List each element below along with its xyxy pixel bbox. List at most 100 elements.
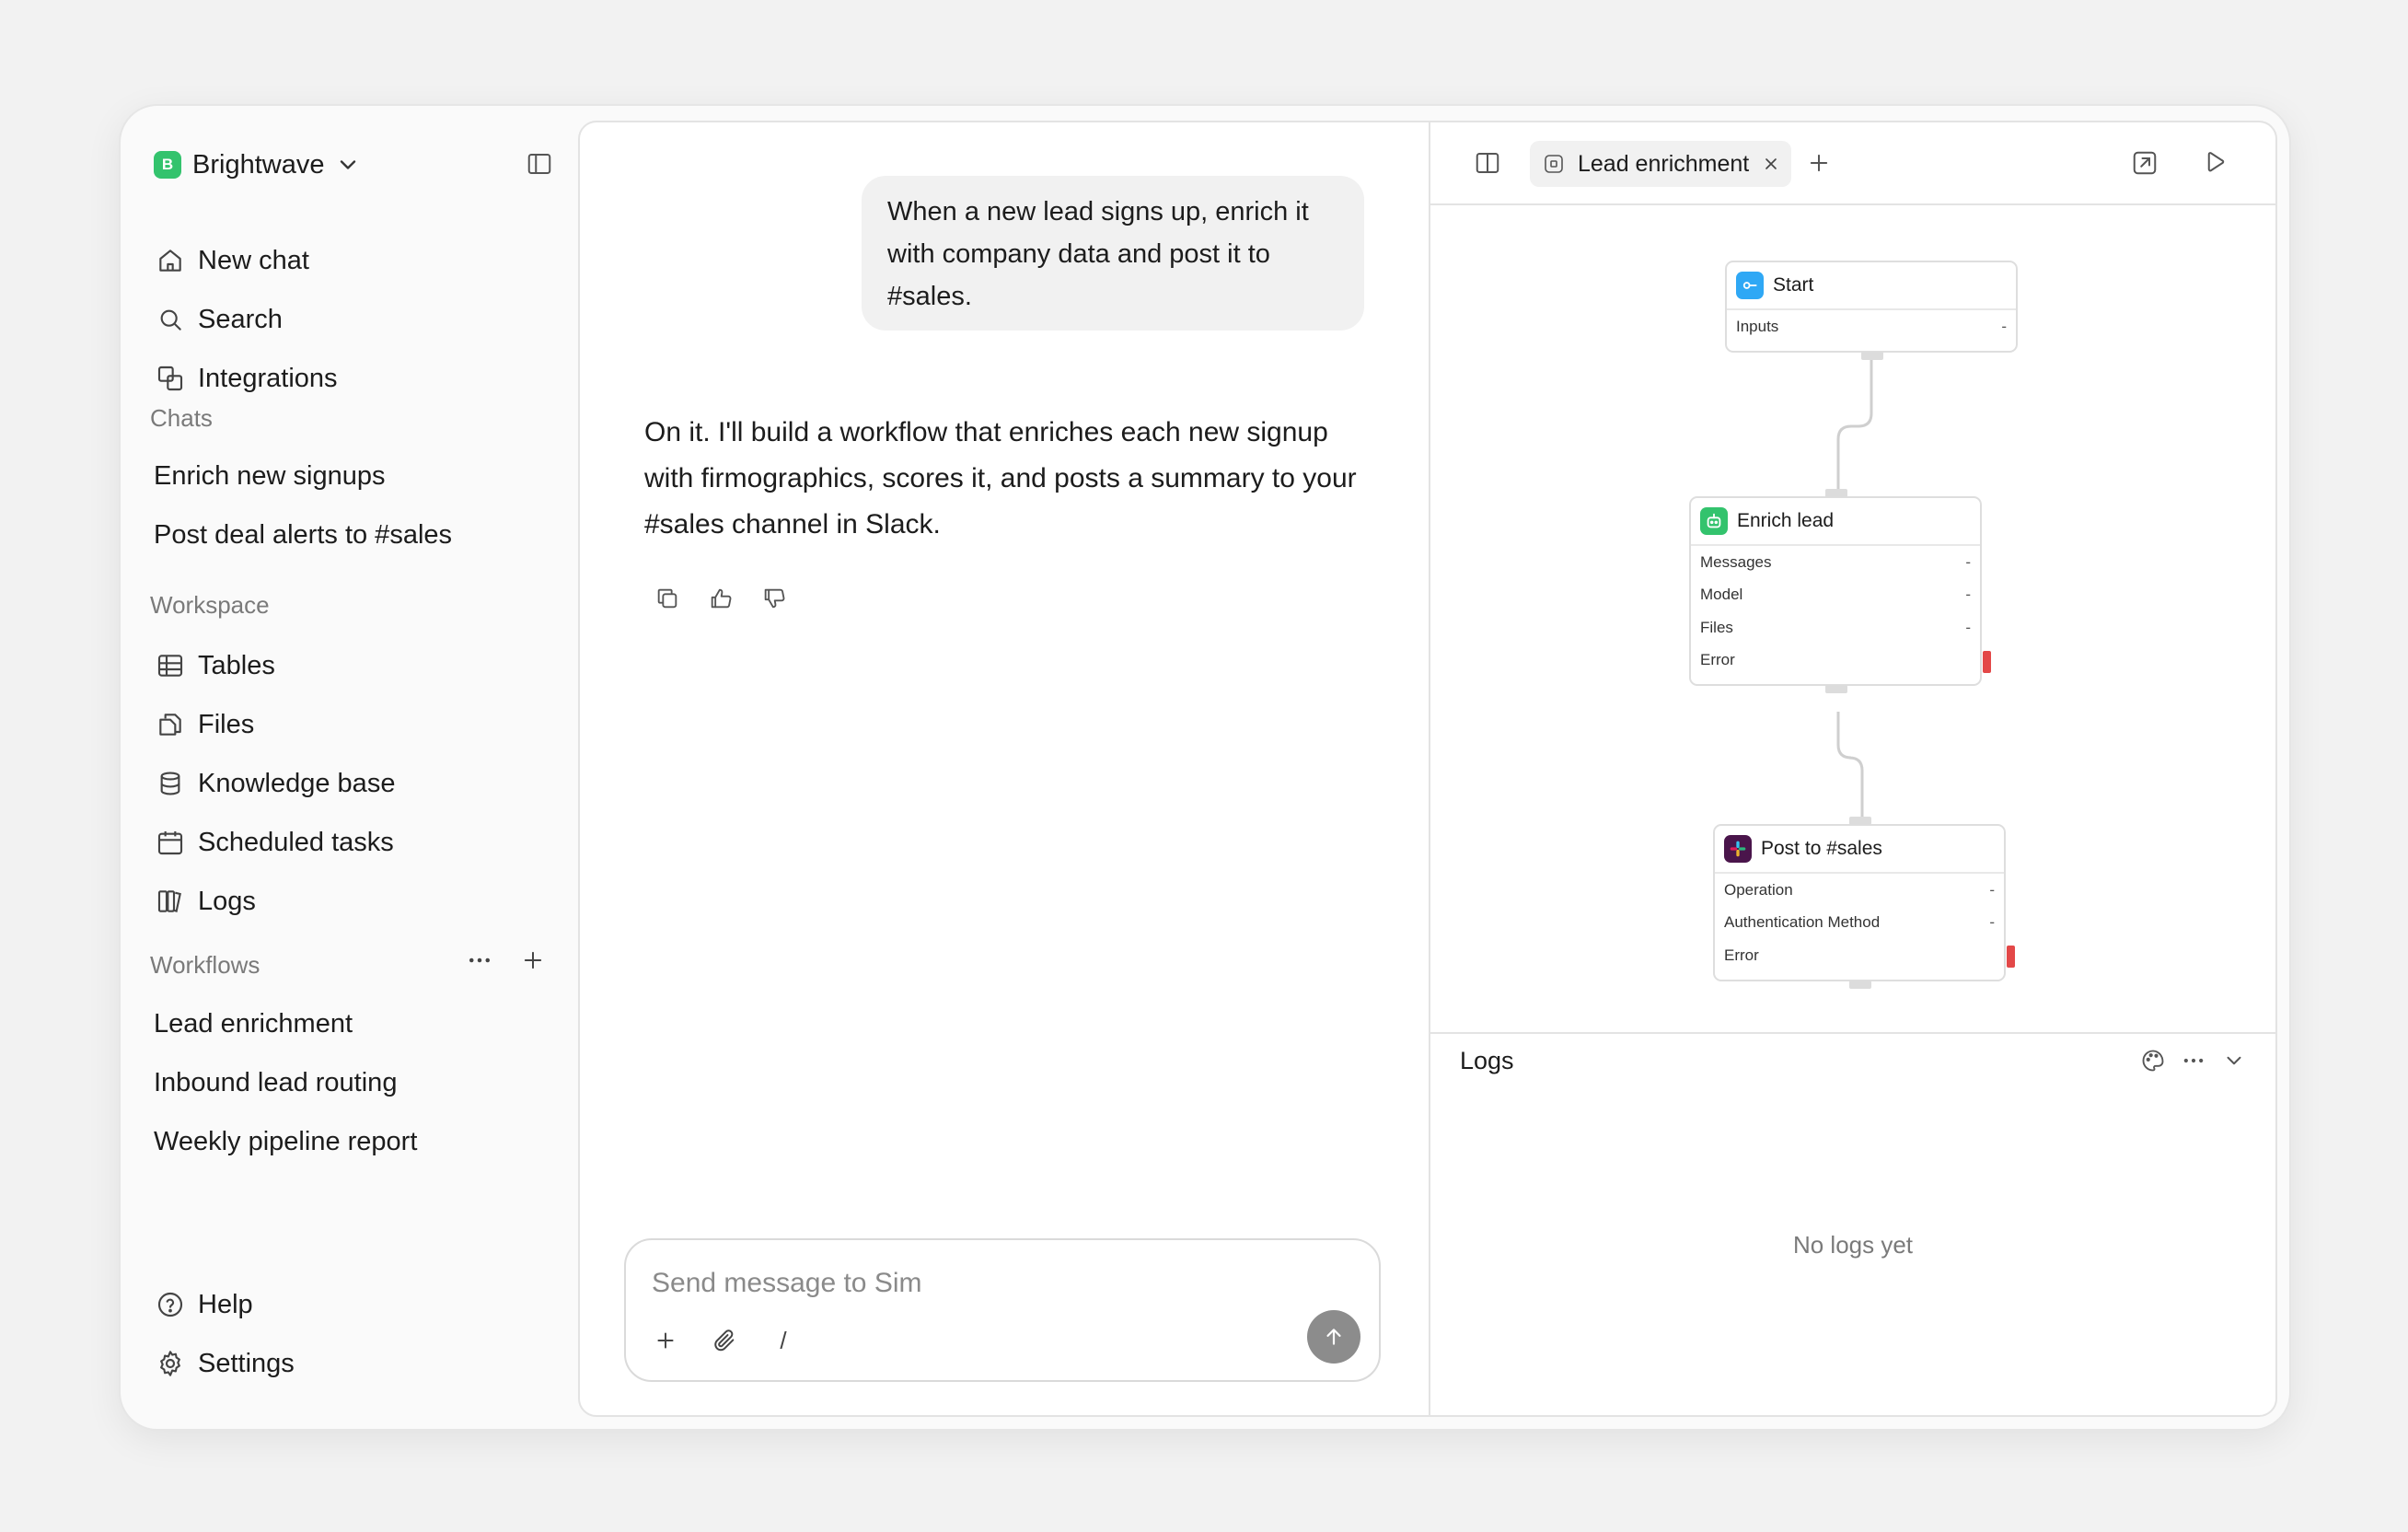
app-window: B Brightwave New chat Search Integration… [119, 104, 2291, 1431]
field-value: - [1965, 552, 1971, 571]
more-workflows-button[interactable] [463, 944, 496, 977]
panel-left-icon [1476, 153, 1499, 173]
output-handle[interactable] [1849, 981, 1871, 989]
table-icon [157, 655, 183, 677]
more-icon [469, 958, 490, 963]
new-chat-label: New chat [198, 245, 309, 275]
play-icon [2207, 152, 2225, 172]
field-label: Error [1700, 651, 1735, 669]
open-external-button[interactable] [2123, 141, 2167, 185]
chats-section-label: Chats [150, 404, 213, 432]
error-handle[interactable] [2007, 946, 2015, 968]
settings-label: Settings [198, 1348, 295, 1378]
sidebar-item-tables[interactable]: Tables [146, 640, 551, 691]
workflow-item[interactable]: Lead enrichment [154, 1009, 353, 1039]
help-button[interactable]: Help [146, 1279, 551, 1330]
palette-button[interactable] [2137, 1045, 2169, 1076]
node-field: Error [1691, 644, 1980, 678]
thumbs-down-button[interactable] [758, 583, 790, 614]
thumbs-up-icon [711, 588, 732, 609]
sidebar-item-label: Tables [198, 650, 275, 680]
files-icon [159, 714, 181, 736]
workflows-section-label: Workflows [150, 951, 260, 979]
node-title: Post to #sales [1761, 838, 1882, 859]
arrow-up-icon [1326, 1329, 1341, 1345]
search-label: Search [198, 304, 283, 334]
field-label: Files [1700, 618, 1733, 636]
node-enrich-lead[interactable]: Enrich lead Messages - Model - Files - Erro… [1689, 489, 1991, 693]
database-icon [160, 772, 180, 795]
node-title: Start [1773, 274, 1814, 296]
plus-icon [657, 1332, 674, 1349]
settings-button[interactable]: Settings [146, 1338, 551, 1389]
add-context-button[interactable] [650, 1325, 681, 1356]
sidebar-item-files[interactable]: Files [146, 699, 551, 750]
sidebar-item-knowledge-base[interactable]: Knowledge base [146, 758, 551, 809]
node-field: Files - [1691, 611, 1980, 644]
more-icon [2183, 1058, 2204, 1063]
attach-button[interactable] [709, 1325, 740, 1356]
plus-icon [524, 951, 542, 969]
node-start[interactable]: Start Inputs - [1725, 261, 2018, 360]
workflow-panel: Lead enrichment Start Inputs - Enrich le… [1430, 122, 2275, 1415]
plus-icon [1810, 154, 1828, 172]
panel-left-icon [527, 154, 551, 174]
sidebar-item-label: Logs [198, 886, 256, 916]
sidebar-item-logs[interactable]: Logs [146, 876, 551, 927]
field-label: Operation [1724, 880, 1793, 899]
home-icon [159, 250, 181, 272]
workflow-icon [1545, 155, 1563, 173]
logs-title: Logs [1460, 1047, 1514, 1074]
user-message: When a new lead signs up, enrich it with… [862, 176, 1364, 331]
output-handle[interactable] [1861, 352, 1883, 360]
workflow-item[interactable]: Weekly pipeline report [154, 1127, 417, 1157]
workspace-switcher[interactable]: B Brightwave [154, 139, 361, 191]
copy-button[interactable] [652, 583, 683, 614]
integrations-button[interactable]: Integrations [146, 353, 551, 404]
start-icon [1736, 272, 1764, 299]
workflows-actions [463, 944, 550, 977]
send-button[interactable] [1307, 1310, 1360, 1364]
search-button[interactable]: Search [146, 294, 551, 345]
tab-lead-enrichment[interactable]: Lead enrichment [1530, 141, 1792, 187]
new-tab-button[interactable] [1797, 141, 1841, 185]
message-actions [652, 583, 790, 614]
toggle-panel-button[interactable] [1465, 141, 1510, 185]
add-workflow-button[interactable] [516, 944, 550, 977]
field-label: Inputs [1736, 317, 1779, 335]
field-label: Model [1700, 586, 1743, 604]
slash-command-button[interactable]: / [768, 1325, 799, 1356]
logs-actions [2137, 1045, 2250, 1076]
input-handle[interactable] [1849, 817, 1871, 825]
node-post-to-sales[interactable]: Post to #sales Operation - Authentication… [1713, 817, 2015, 989]
collapse-logs-button[interactable] [2218, 1045, 2250, 1076]
workflow-item[interactable]: Inbound lead routing [154, 1068, 397, 1098]
integrations-icon [157, 366, 183, 391]
help-icon [157, 1292, 183, 1317]
error-handle[interactable] [1983, 651, 1991, 673]
workspace-section-label: Workspace [150, 591, 270, 619]
workflow-canvas[interactable]: Start Inputs - Enrich lead Messages - Mo… [1430, 205, 2275, 1016]
field-label: Error [1724, 946, 1759, 964]
input-handle[interactable] [1825, 489, 1847, 497]
sidebar-toggle-button[interactable] [516, 141, 562, 187]
chat-panel: When a new lead signs up, enrich it with… [580, 122, 1430, 1415]
node-field: Messages - [1691, 546, 1980, 579]
chat-item[interactable]: Enrich new signups [154, 461, 385, 492]
close-icon[interactable] [1762, 155, 1780, 173]
field-value: - [1989, 913, 1995, 932]
sidebar: B Brightwave New chat Search Integration… [121, 106, 577, 1429]
chat-item[interactable]: Post deal alerts to #sales [154, 520, 452, 551]
search-icon [160, 309, 181, 331]
node-title: Enrich lead [1737, 510, 1835, 531]
output-handle[interactable] [1825, 685, 1847, 693]
thumbs-up-button[interactable] [705, 583, 736, 614]
field-label: Messages [1700, 552, 1772, 571]
sidebar-item-label: Files [198, 709, 255, 739]
message-input[interactable]: Send message to Sim [652, 1268, 921, 1299]
sidebar-item-scheduled-tasks[interactable]: Scheduled tasks [146, 817, 551, 868]
run-workflow-button[interactable] [2193, 141, 2237, 185]
new-chat-button[interactable]: New chat [146, 235, 551, 286]
field-value: - [1965, 586, 1971, 604]
logs-more-button[interactable] [2178, 1045, 2209, 1076]
